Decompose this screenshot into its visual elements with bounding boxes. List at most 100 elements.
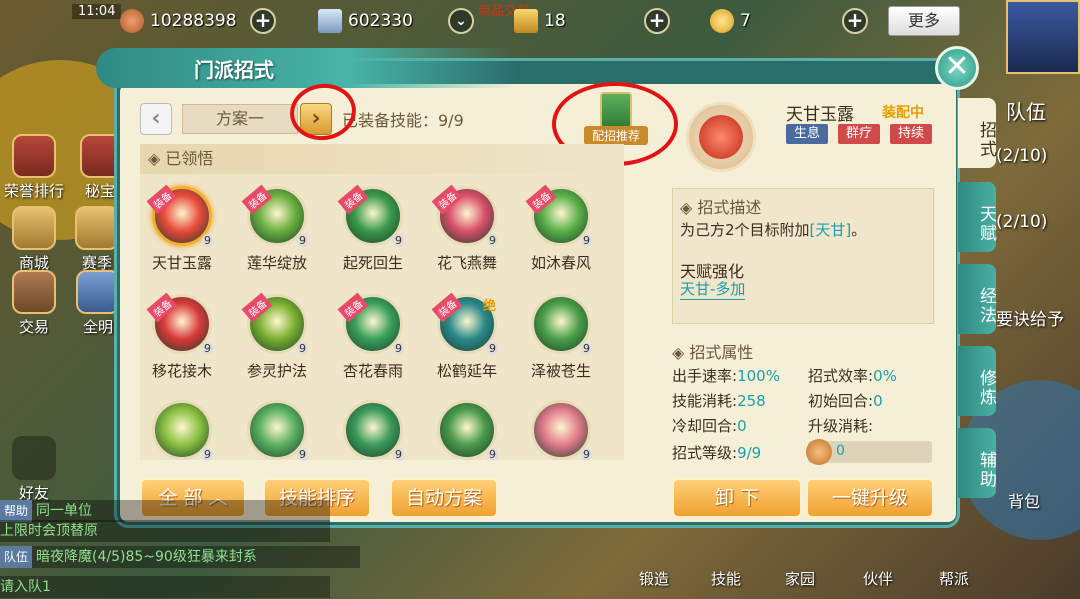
skill-item[interactable]: 9 xyxy=(328,400,418,474)
skill-name: 莲华绽放 xyxy=(246,254,307,272)
skill-item[interactable]: 9 装备 移花接木 xyxy=(137,292,227,381)
menu-skills[interactable]: 技能 xyxy=(696,568,756,589)
team-count: (2/10) xyxy=(996,146,1048,166)
chat-line[interactable]: 上限时会顶替原 xyxy=(0,520,330,542)
skill-item[interactable]: 9 装备天甘玉露 xyxy=(137,184,227,273)
honor-rank-icon xyxy=(12,134,56,178)
tab-assist[interactable]: 辅助 xyxy=(958,428,996,498)
skill-icon: 9 装备 xyxy=(146,184,213,247)
skill-name: 天甘玉露 xyxy=(786,105,854,125)
upgrade-all-button[interactable]: 一键升级 xyxy=(806,478,934,518)
close-icon: ✕ xyxy=(944,49,970,84)
skill-icon: 9 xyxy=(531,400,592,461)
stat-level: 招式等级:9/9 xyxy=(672,444,762,462)
ingot-icon xyxy=(710,9,734,33)
copper-coin-icon xyxy=(806,439,832,465)
skill-name: 松鹤延年 xyxy=(436,362,497,380)
menu-honor-rank[interactable]: 荣誉排行 xyxy=(4,134,64,201)
skill-icon: 9 装备 xyxy=(525,184,592,247)
skill-icon: 9 xyxy=(152,400,213,461)
skill-item[interactable]: 9 xyxy=(232,400,322,474)
stat-upgrade-cost-label: 升级消耗: xyxy=(808,417,874,435)
unload-button[interactable]: 卸 下 xyxy=(672,478,802,518)
gold-ticket-resource: 18 xyxy=(514,6,566,36)
skill-item[interactable]: 9 装备起死回生 xyxy=(328,184,418,273)
skill-name: 杏花春雨 xyxy=(342,362,403,380)
skill-item[interactable]: 9 装备 参灵护法 xyxy=(232,292,322,381)
menu-friends[interactable]: 好友 xyxy=(4,436,64,503)
add-ingot-button[interactable]: + xyxy=(842,8,868,34)
top-hud: 11:04 10288398 + 602330 ⌄ 商品交易 18 + 7 + … xyxy=(0,0,1080,74)
stat-speed: 出手速率:100% xyxy=(672,367,780,385)
panel-title: 门派招式 xyxy=(194,58,274,82)
tab-cultivation[interactable]: 修炼 xyxy=(958,346,996,416)
chat-line[interactable]: 请入队1 xyxy=(0,576,330,598)
equipped-count: 已装备技能：9/9 xyxy=(342,111,464,130)
equipped-badge: 装备 xyxy=(337,184,369,215)
menu-home[interactable]: 家园 xyxy=(770,568,830,589)
equipped-badge: 装备 xyxy=(431,292,463,323)
friends-icon xyxy=(12,436,56,480)
effect-link[interactable]: [天甘] xyxy=(810,221,852,239)
chevron-left-icon: ‹ xyxy=(151,106,161,131)
menu-shop[interactable]: 商城 xyxy=(4,206,64,273)
team-label: 队伍 xyxy=(1006,100,1046,124)
description-title: ◈ 招式描述 xyxy=(680,198,762,217)
status-badge: 装配中 xyxy=(882,105,924,121)
chevron-down-icon[interactable]: ⌄ xyxy=(448,8,474,34)
close-button[interactable]: ✕ xyxy=(935,46,979,90)
skill-item[interactable]: 9 xyxy=(137,400,227,474)
skill-name: 移花接木 xyxy=(151,362,212,380)
skill-item[interactable]: 9 泽被苍生 xyxy=(516,294,606,381)
add-copper-button[interactable]: + xyxy=(250,8,276,34)
add-gold-ticket-button[interactable]: + xyxy=(644,8,670,34)
menu-partner[interactable]: 伙伴 xyxy=(848,568,908,589)
skill-icon: 9 装备 xyxy=(241,184,308,247)
stat-cost: 技能消耗:258 xyxy=(672,392,766,410)
equipped-badge: 装备 xyxy=(525,184,557,215)
tab-moves[interactable]: 招式 xyxy=(958,98,996,168)
scheme-select[interactable]: 方案一 xyxy=(182,104,298,134)
bag-label[interactable]: 背包 xyxy=(1008,488,1040,512)
skill-item[interactable]: 9 xyxy=(422,400,512,474)
auto-scheme-button[interactable]: 自动方案 xyxy=(390,478,498,518)
skill-name: 参灵护法 xyxy=(246,362,307,380)
tab-talent[interactable]: 天赋 xyxy=(958,182,996,252)
talent-link[interactable]: 天甘-多加 xyxy=(680,278,746,300)
skill-item[interactable]: 9 装备 如沐春风 xyxy=(516,184,606,273)
more-button[interactable]: 更多 xyxy=(888,6,960,36)
chat-line[interactable]: 帮助 同一单位 xyxy=(0,500,330,522)
avatar[interactable] xyxy=(1006,0,1080,74)
skill-name: 起死回生 xyxy=(342,254,403,272)
skill-tag: 生息 xyxy=(786,124,828,144)
prev-scheme-button[interactable]: ‹ xyxy=(140,103,172,135)
gold-ticket-icon xyxy=(514,9,538,33)
skill-icon: 9 xyxy=(437,400,498,461)
skill-item[interactable]: 9 xyxy=(516,400,606,474)
ultimate-badge: 绝 xyxy=(482,299,496,314)
copper-coin-icon xyxy=(120,9,144,33)
skill-item[interactable]: 9 装备杏花春雨 xyxy=(328,292,418,381)
equipped-badge: 装备 xyxy=(431,184,463,215)
give-secret-label: 要诀给予 xyxy=(996,310,1064,330)
copper-resource: 10288398 xyxy=(120,6,237,36)
skill-item[interactable]: 9 装备 花飞燕舞 xyxy=(422,184,512,273)
skill-item[interactable]: 9 装备绝松鹤延年 xyxy=(422,292,512,381)
title-bar xyxy=(96,48,516,88)
skill-name: 花飞燕舞 xyxy=(436,254,497,272)
team-count: (2/10) xyxy=(996,212,1048,232)
menu-trade[interactable]: 交易 xyxy=(4,270,64,337)
menu-forge[interactable]: 锻造 xyxy=(624,568,684,589)
chat-line[interactable]: 队伍 暗夜降魔(4/5)85~90级狂暴来封系 xyxy=(0,546,360,568)
skill-icon: 9 xyxy=(531,294,592,355)
skill-icon: 9 装备 xyxy=(337,184,404,247)
skill-name: 天甘玉露 xyxy=(151,254,212,272)
skill-name: 泽被苍生 xyxy=(530,362,591,380)
menu-guild[interactable]: 帮派 xyxy=(924,568,984,589)
skill-icon: 9 装备 xyxy=(337,292,404,355)
upgrade-cost-bar: 0 xyxy=(806,439,932,465)
stat-cooldown: 冷却回合:0 xyxy=(672,417,747,435)
skill-item[interactable]: 9 装备莲华绽放 xyxy=(232,184,322,273)
tab-scripture[interactable]: 经法 xyxy=(958,264,996,334)
trade-icon xyxy=(12,270,56,314)
